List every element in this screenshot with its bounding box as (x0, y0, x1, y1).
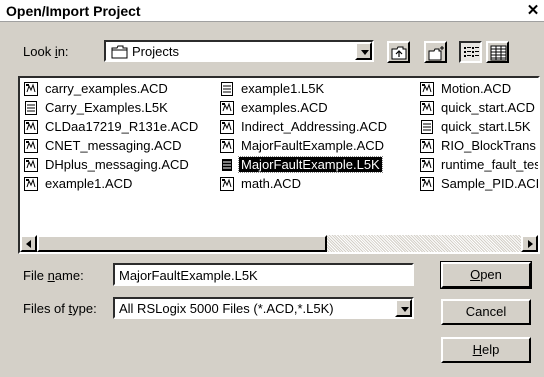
open-import-dialog: Open/Import Project ✕ Look in: Projects (0, 0, 544, 377)
open-button[interactable]: Open (440, 261, 532, 289)
acd-file-icon (24, 139, 38, 153)
text-file-icon (221, 82, 233, 96)
files-of-type-label: Files of type: (23, 301, 97, 316)
file-name-label: File name: (23, 268, 84, 283)
acd-file-icon (220, 139, 234, 153)
files-of-type-value: All RSLogix 5000 Files (*.ACD,*.L5K) (119, 301, 334, 316)
scroll-left-arrow-icon[interactable] (20, 235, 37, 252)
acd-file-icon (420, 158, 434, 172)
horizontal-scrollbar[interactable] (20, 235, 538, 252)
text-file-icon (25, 101, 37, 115)
acd-file-icon (420, 101, 434, 115)
acd-file-icon (24, 82, 38, 96)
acd-file-icon (220, 120, 234, 134)
create-new-folder-icon (428, 46, 444, 61)
dialog-title: Open/Import Project (6, 3, 141, 19)
close-icon[interactable]: ✕ (524, 2, 542, 19)
scroll-right-arrow-icon[interactable] (521, 235, 538, 252)
up-one-level-button[interactable] (387, 41, 410, 63)
acd-file-icon (420, 177, 434, 191)
list-view-button[interactable] (459, 41, 482, 63)
create-new-folder-button[interactable] (424, 41, 447, 63)
look-in-label: Look in: (23, 44, 69, 59)
chevron-down-icon[interactable] (395, 299, 412, 317)
look-in-value: Projects (132, 44, 179, 59)
acd-file-icon (420, 139, 434, 153)
details-view-button[interactable] (486, 41, 509, 63)
details-view-icon (490, 45, 507, 61)
look-in-combo[interactable]: Projects (104, 40, 374, 62)
acd-file-icon (24, 120, 38, 134)
help-button[interactable]: Help (441, 337, 531, 363)
text-file-icon (221, 158, 233, 172)
acd-file-icon (24, 158, 38, 172)
scrollbar-thumb[interactable] (37, 235, 327, 252)
title-bar[interactable]: Open/Import Project ✕ (0, 0, 544, 22)
file-name-input[interactable]: MajorFaultExample.L5K (113, 263, 414, 286)
up-one-level-icon (391, 46, 407, 60)
file-list[interactable]: carry_examples.ACD Carry_Examples.L5K CL… (18, 76, 540, 254)
folder-icon (111, 45, 128, 59)
files-of-type-combo[interactable]: All RSLogix 5000 Files (*.ACD,*.L5K) (113, 297, 414, 319)
acd-file-icon (220, 177, 234, 191)
acd-file-icon (420, 82, 434, 96)
chevron-down-icon[interactable] (355, 42, 372, 60)
list-view-icon (464, 47, 479, 57)
acd-file-icon (220, 101, 234, 115)
text-file-icon (421, 120, 433, 134)
acd-file-icon (24, 177, 38, 191)
cancel-button[interactable]: Cancel (441, 299, 531, 325)
